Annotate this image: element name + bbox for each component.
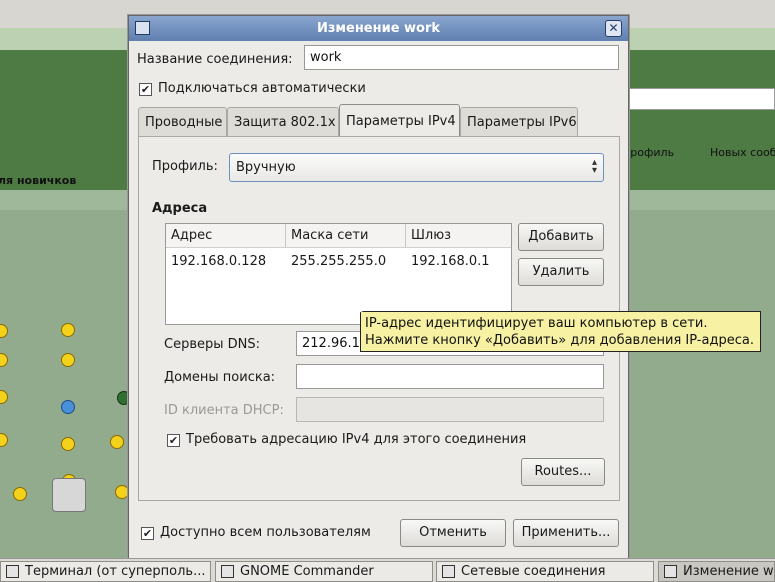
- cancel-button[interactable]: Отменить: [400, 519, 506, 547]
- column-header-gateway[interactable]: Шлюз: [406, 224, 511, 248]
- background-search-box[interactable]: [620, 88, 775, 110]
- smiley-icon: [61, 353, 75, 367]
- taskbar-item-label: Сетевые соединения: [461, 564, 606, 579]
- tab-ipv4-settings[interactable]: Параметры IPv4: [339, 104, 460, 137]
- taskbar-item-network-connections[interactable]: Сетевые соединения: [436, 561, 654, 582]
- connection-name-field[interactable]: work: [304, 45, 619, 70]
- search-domains-field[interactable]: [296, 364, 604, 389]
- table-cell-netmask[interactable]: 255.255.255.0: [286, 254, 386, 269]
- window-menu-icon[interactable]: [135, 21, 150, 35]
- column-header-netmask[interactable]: Маска сети: [286, 224, 406, 248]
- smiley-icon: [110, 435, 124, 449]
- dns-servers-label: Серверы DNS:: [164, 337, 261, 352]
- dhcp-client-id-field: [296, 397, 604, 422]
- profile-select-value: Вручную: [236, 160, 296, 175]
- edit-connection-dialog: Изменение work ✕ Название соединения: wo…: [128, 15, 629, 560]
- address-table[interactable]: Адрес Маска сети Шлюз 192.168.0.128 255.…: [165, 223, 512, 325]
- stone-wall-icon: [52, 478, 86, 512]
- search-domains-label: Домены поиска:: [164, 370, 276, 385]
- smiley-icon: [115, 485, 129, 499]
- add-button[interactable]: Добавить: [518, 223, 604, 251]
- network-icon: [442, 565, 455, 578]
- taskbar-item-label: Изменение w: [683, 564, 774, 579]
- apply-button[interactable]: Применить...: [513, 519, 619, 547]
- taskbar: Терминал (от суперполь... GNOME Commande…: [0, 558, 775, 582]
- dialog-title: Изменение work: [316, 21, 441, 36]
- column-header-address[interactable]: Адрес: [166, 224, 286, 248]
- tooltip-line: IP-адрес идентифицирует ваш компьютер в …: [365, 316, 708, 331]
- background-profile-link[interactable]: Профиль: [622, 146, 674, 159]
- profile-label: Профиль:: [152, 159, 218, 174]
- dialog-titlebar[interactable]: Изменение work ✕: [129, 16, 628, 41]
- window-icon: [664, 565, 677, 578]
- connection-name-label: Название соединения:: [137, 52, 293, 67]
- smiley-icon: [61, 437, 75, 451]
- taskbar-item-label: Терминал (от суперполь...: [25, 564, 206, 579]
- taskbar-item-label: GNOME Commander: [240, 564, 374, 579]
- require-ipv4-label: Требовать адресацию IPv4 для этого соеди…: [186, 432, 527, 447]
- close-icon[interactable]: ✕: [605, 20, 622, 37]
- taskbar-item-gnome-commander[interactable]: GNOME Commander: [215, 561, 433, 582]
- file-manager-icon: [221, 565, 234, 578]
- smiley-icon: [61, 323, 75, 337]
- smiley-icon: [13, 487, 27, 501]
- taskbar-item-terminal[interactable]: Терминал (от суперполь...: [0, 561, 211, 582]
- table-cell-address[interactable]: 192.168.0.128: [166, 254, 266, 269]
- tab-wired[interactable]: Проводные: [138, 107, 227, 136]
- background-forum-label: ля новичков: [0, 174, 77, 187]
- terminal-icon: [6, 565, 19, 578]
- tooltip-line: Нажмите кнопку «Добавить» для добавления…: [365, 333, 754, 348]
- auto-connect-checkbox[interactable]: ✔: [139, 83, 152, 96]
- smiley-icon: [61, 400, 75, 414]
- tab-8021x-security[interactable]: Защита 802.1x: [227, 107, 339, 136]
- require-ipv4-checkbox[interactable]: ✔: [167, 434, 180, 447]
- available-all-users-label: Доступно всем пользователям: [160, 525, 371, 540]
- table-cell-gateway[interactable]: 192.168.0.1: [406, 254, 490, 269]
- dhcp-client-id-label: ID клиента DHCP:: [164, 403, 284, 418]
- routes-button[interactable]: Routes...: [521, 458, 605, 486]
- auto-connect-label: Подключаться автоматически: [158, 81, 366, 96]
- taskbar-item-edit-connection[interactable]: Изменение w: [658, 561, 775, 582]
- delete-button[interactable]: Удалить: [518, 258, 604, 286]
- ip-address-tooltip: IP-адрес идентифицирует ваш компьютер в …: [360, 311, 761, 352]
- background-new-messages-link[interactable]: Новых сообщ: [710, 146, 775, 159]
- tab-ipv6-settings[interactable]: Параметры IPv6: [460, 107, 578, 136]
- addresses-heading: Адреса: [152, 201, 208, 216]
- updown-arrows-icon: ▴ ▾: [591, 157, 597, 176]
- profile-select[interactable]: Вручную ▴ ▾: [229, 153, 604, 182]
- available-all-users-checkbox[interactable]: ✔: [141, 527, 154, 540]
